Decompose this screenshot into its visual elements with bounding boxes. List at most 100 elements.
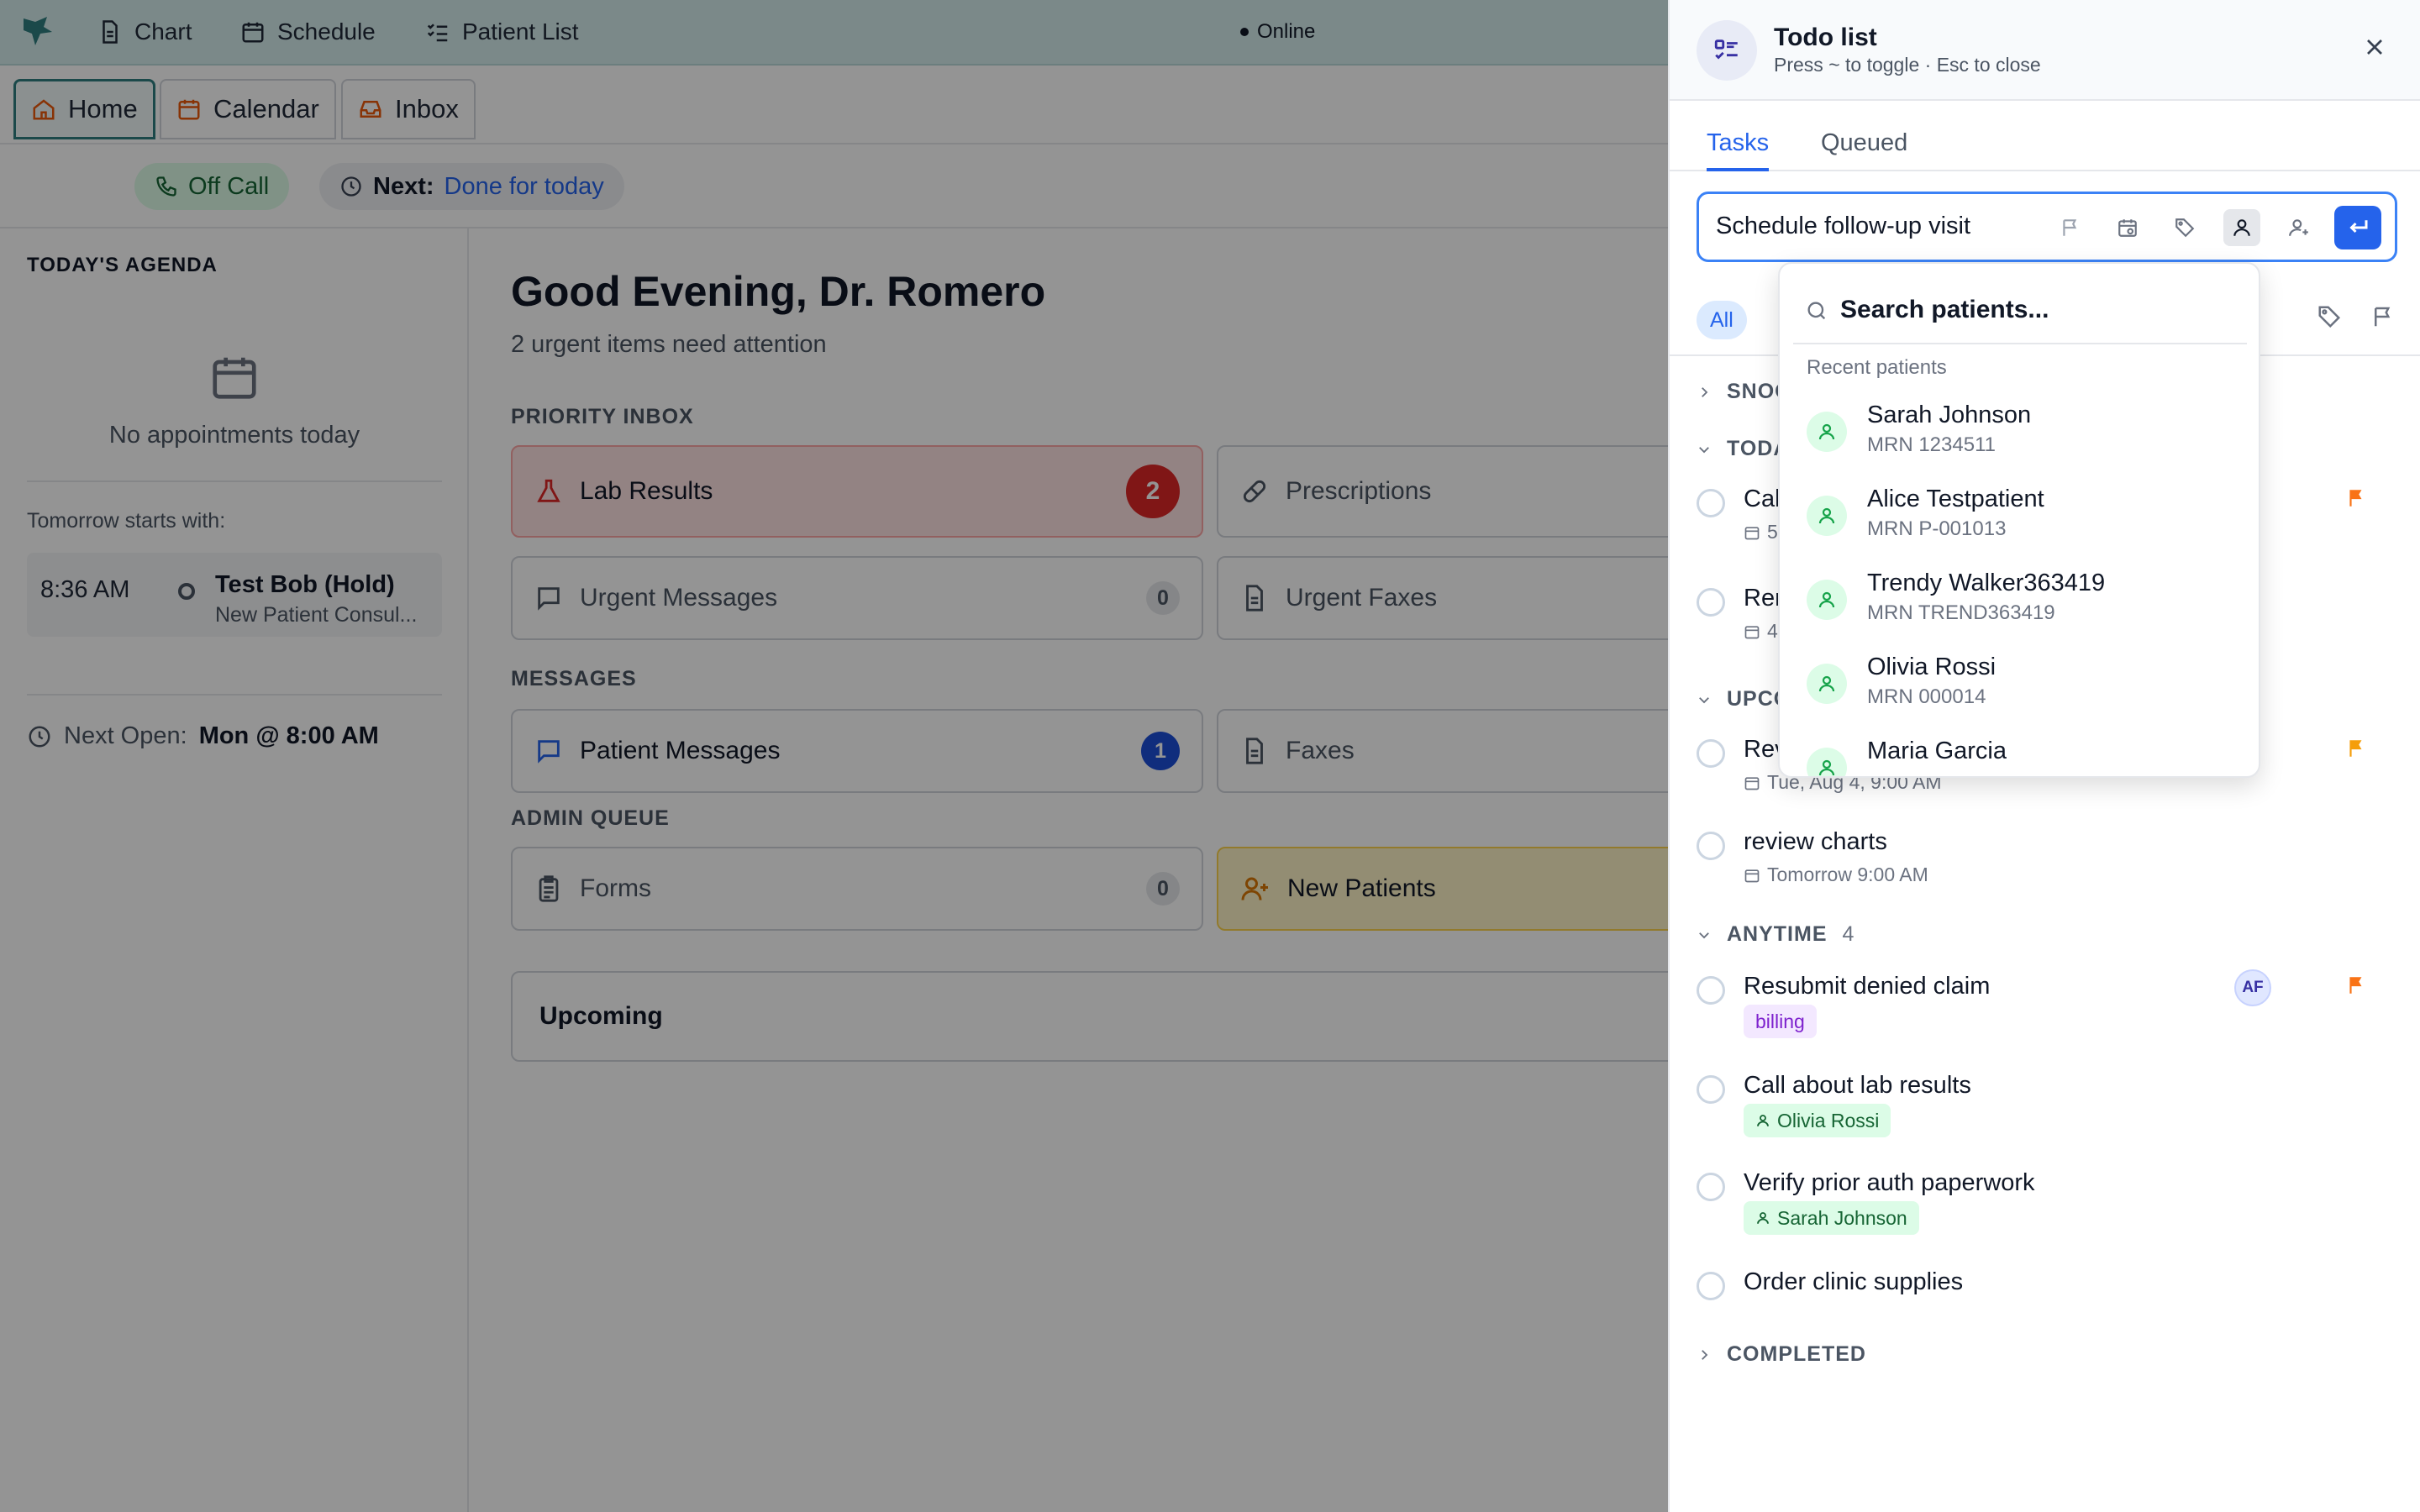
nav-patient-list[interactable]: Patient List (425, 0, 579, 64)
appointment-type: New Patient Consul... (215, 603, 418, 627)
new-patients-label: New Patients (1287, 874, 1436, 902)
patient-option[interactable]: Maria Garcia (1793, 726, 2247, 776)
flag-icon[interactable] (2345, 487, 2367, 509)
calendar-icon (1744, 623, 1760, 640)
urgent-messages-count: 0 (1146, 581, 1180, 615)
patient-name: Alice Testpatient (1867, 486, 2044, 512)
group-anytime[interactable]: ANYTIME 4 (1697, 922, 1854, 947)
chevron-right-icon (1697, 385, 1712, 400)
app-logo-icon[interactable] (18, 13, 55, 50)
tab-tasks[interactable]: Tasks (1707, 129, 1770, 171)
tag-button[interactable] (2166, 209, 2203, 246)
patient-mrn: MRN TREND363419 (1867, 601, 2055, 624)
appointment-status-icon (178, 583, 195, 600)
tomorrow-label: Tomorrow starts with: (27, 509, 226, 533)
assignee-avatar[interactable]: AF (2234, 969, 2271, 1006)
message-icon (534, 584, 563, 612)
patient-option[interactable]: Sarah Johnson MRN 1234511 (1793, 390, 2247, 470)
new-patients-card[interactable]: New Patients (1217, 847, 1721, 931)
flag-icon[interactable] (2345, 974, 2367, 996)
patient-messages-card[interactable]: Patient Messages 1 (511, 709, 1203, 793)
patient-option[interactable]: Alice Testpatient MRN P-001013 (1793, 474, 2247, 554)
clock-icon (27, 724, 52, 749)
task-checkbox[interactable] (1697, 1272, 1725, 1300)
section-priority-inbox: PRIORITY INBOX (511, 405, 694, 428)
task-checkbox[interactable] (1697, 976, 1725, 1005)
task-checkbox[interactable] (1697, 588, 1725, 617)
tag-filter-icon[interactable] (2317, 304, 2342, 329)
chevron-down-icon (1697, 442, 1712, 457)
appointment-patient: Test Bob (Hold) (215, 571, 395, 598)
task-title: review charts (1744, 828, 1887, 855)
next-appointment-pill[interactable]: Next: Done for today (319, 163, 624, 210)
assign-user-button[interactable] (2281, 209, 2317, 246)
task-checkbox[interactable] (1697, 832, 1725, 860)
urgent-messages-card[interactable]: Urgent Messages 0 (511, 556, 1203, 640)
task-checkbox[interactable] (1697, 1075, 1725, 1104)
task-input[interactable]: Schedule follow-up visit (1716, 213, 1970, 240)
tab-queued[interactable]: Queued (1821, 129, 1907, 171)
faxes-label: Faxes (1286, 737, 1355, 764)
patient-name: Trendy Walker363419 (1867, 570, 2106, 596)
urgent-faxes-label: Urgent Faxes (1286, 584, 1438, 612)
close-icon[interactable] (2361, 34, 2388, 60)
todo-title: Todo list (1774, 24, 1877, 51)
patient-mrn: MRN 1234511 (1867, 433, 1996, 456)
tab-inbox[interactable]: Inbox (341, 79, 476, 139)
add-user-icon (1240, 874, 1270, 904)
task-checkbox[interactable] (1697, 739, 1725, 768)
patient-option[interactable]: Trendy Walker363419 MRN TREND363419 (1793, 558, 2247, 638)
patient-link-button[interactable] (2223, 209, 2260, 246)
dashboard-main: Good Evening, Dr. Romero 2 urgent items … (471, 228, 1721, 1512)
next-open-slot: Next Open: Mon @ 8:00 AM (27, 722, 379, 750)
priority-flag-button[interactable] (2052, 209, 2089, 246)
task-checkbox[interactable] (1697, 489, 1725, 517)
task-patient-name: Sarah Johnson (1777, 1206, 1907, 1229)
group-completed[interactable]: COMPLETED (1697, 1342, 1866, 1367)
flag-filter-icon[interactable] (2370, 304, 2396, 329)
task-due-text: 5 (1767, 521, 1778, 543)
prescriptions-card[interactable]: Prescriptions (1217, 445, 1721, 538)
due-date-button[interactable] (2109, 209, 2146, 246)
urgent-faxes-card[interactable]: Urgent Faxes (1217, 556, 1721, 640)
task-patient-tag[interactable]: Olivia Rossi (1744, 1104, 1891, 1137)
task-patient-tag[interactable]: Sarah Johnson (1744, 1201, 1919, 1235)
tab-calendar[interactable]: Calendar (160, 79, 336, 139)
lab-results-card[interactable]: Lab Results 2 (511, 445, 1203, 538)
document-icon (1240, 584, 1269, 612)
flag-icon[interactable] (2345, 738, 2367, 759)
upcoming-section[interactable]: Upcoming (511, 971, 1687, 1062)
tab-calendar-label: Calendar (213, 94, 319, 123)
tab-home-label: Home (68, 94, 138, 123)
nav-chart[interactable]: Chart (97, 0, 192, 64)
patient-name: Maria Garcia (1867, 738, 2007, 764)
lab-results-label: Lab Results (580, 477, 713, 505)
list-icon (1697, 20, 1757, 81)
submit-task-button[interactable] (2334, 206, 2381, 249)
group-anytime-count: 4 (1842, 922, 1854, 946)
hint-press: Press (1774, 54, 1823, 76)
nav-schedule[interactable]: Schedule (240, 0, 376, 64)
task-tag[interactable]: billing (1744, 1005, 1817, 1038)
next-label: Next: (373, 172, 434, 200)
todays-agenda: TODAY'S AGENDA No appointments today Tom… (0, 228, 469, 1512)
faxes-card[interactable]: Faxes (1217, 709, 1721, 793)
patient-search-input[interactable]: Search patients... (1840, 296, 2049, 324)
chevron-down-icon (1697, 927, 1712, 942)
patient-search[interactable]: Search patients... (1793, 277, 2247, 344)
workspace-tabs: Home Calendar Inbox (0, 66, 1668, 144)
call-status-pill[interactable]: Off Call (134, 163, 290, 210)
tomorrow-appointment[interactable]: 8:36 AM Test Bob (Hold) New Patient Cons… (27, 553, 442, 637)
tab-home[interactable]: Home (13, 79, 155, 139)
task-composer[interactable]: Schedule follow-up visit (1697, 192, 2397, 262)
patient-name: Olivia Rossi (1867, 654, 1996, 680)
calendar-icon (1744, 774, 1760, 791)
user-icon (1807, 580, 1847, 620)
connection-status: Online (1240, 0, 1315, 64)
patient-option[interactable]: Olivia Rossi MRN 000014 (1793, 642, 2247, 722)
filter-all[interactable]: All (1697, 301, 1747, 339)
task-due: 5 (1744, 521, 1778, 543)
page-subtitle: 2 urgent items need attention (511, 331, 827, 358)
forms-card[interactable]: Forms 0 (511, 847, 1203, 931)
task-checkbox[interactable] (1697, 1173, 1725, 1201)
